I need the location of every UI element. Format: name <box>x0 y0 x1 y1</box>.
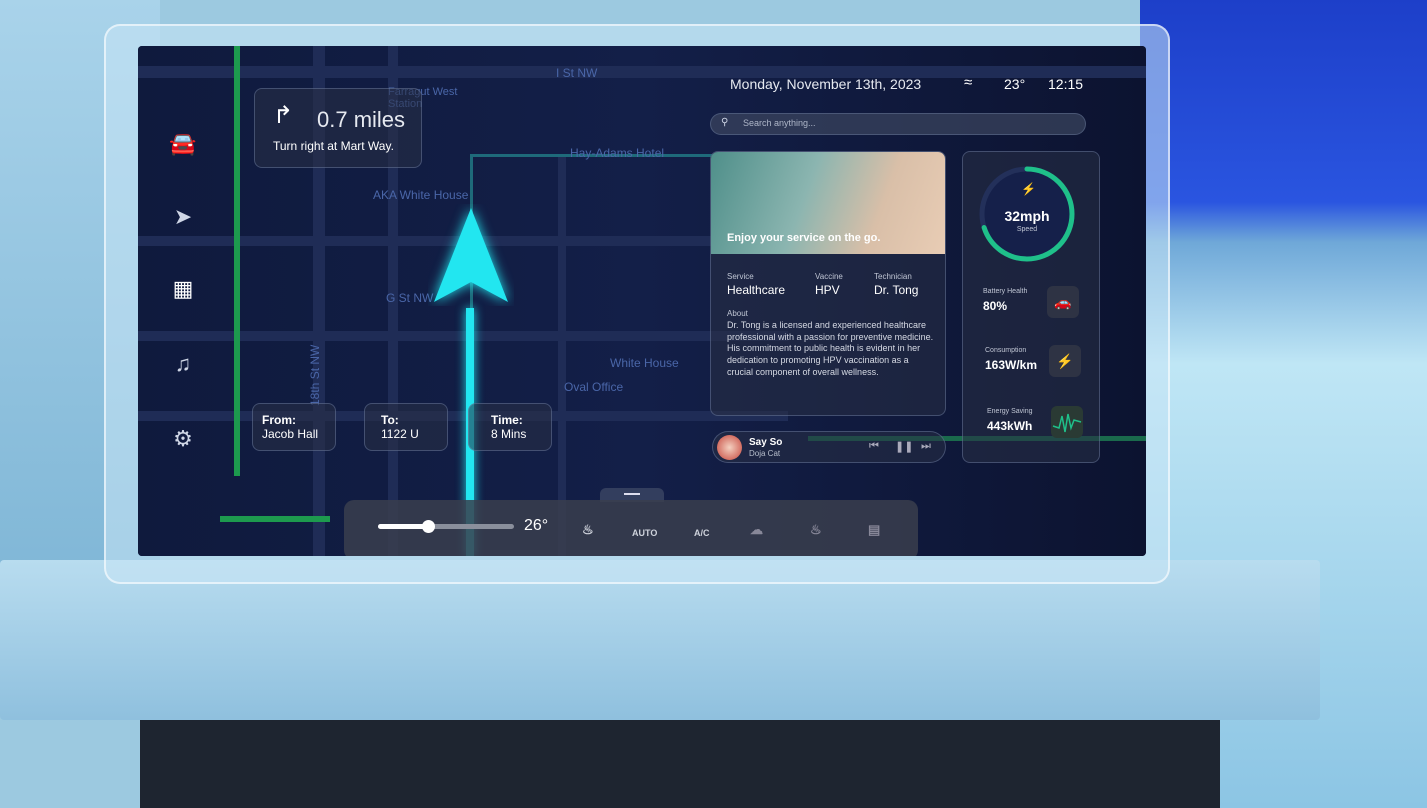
previous-icon[interactable]: ⏮ <box>869 440 879 453</box>
rear-defrost-icon[interactable]: ▤ <box>868 522 880 538</box>
speed-value: 32mph <box>1004 208 1050 224</box>
search-bar[interactable]: ⚲ Search anything... <box>710 113 1086 135</box>
service-label: Service <box>727 272 754 281</box>
vehicle-stats-panel: ⚡ 32mph Speed Battery Health 80% 🚗 Consu… <box>962 151 1100 463</box>
slider-knob[interactable] <box>422 520 436 533</box>
wifi-icon: ≈ <box>964 74 973 91</box>
lightning-icon: ⚡ <box>1021 182 1036 196</box>
energy-value: 443kWh <box>987 419 1033 433</box>
map-label: AKA White House <box>373 188 469 202</box>
car-display: I St NW Farragut West Station Hay-Adams … <box>138 46 1146 556</box>
auto-button[interactable]: AUTO <box>632 528 657 538</box>
time-card: Time: 8 Mins <box>468 403 552 451</box>
pause-icon[interactable]: ❚❚ <box>895 440 913 453</box>
front-defrost-icon[interactable]: ♨ <box>810 522 822 538</box>
song-title: Say So <box>749 437 783 448</box>
recirculation-icon[interactable]: ☁ <box>750 522 763 538</box>
vaccine-value: HPV <box>815 283 840 297</box>
map-label: Hay-Adams Hotel <box>570 146 665 160</box>
consumption-value: 163W/km <box>985 358 1038 372</box>
outside-temperature: 23° <box>1004 76 1026 92</box>
album-art <box>717 435 742 460</box>
to-card: To: 1122 U <box>364 403 448 451</box>
from-label: From: <box>262 413 296 427</box>
distance: 0.7 miles <box>317 107 406 132</box>
search-input[interactable]: Search anything... <box>743 118 816 128</box>
navigation-icon[interactable]: ➤ <box>168 204 198 230</box>
grid-icon[interactable]: ▦ <box>168 276 198 302</box>
technician-label: Technician <box>874 272 912 281</box>
service-value: Healthcare <box>727 283 786 297</box>
lightning-icon: ⚡ <box>1049 345 1081 377</box>
cabin-temperature: 26° <box>524 517 549 534</box>
song-artist: Doja Cat <box>749 449 781 458</box>
climate-bar: 26° ♨ AUTO A/C ☁ ♨ ▤ <box>344 500 918 556</box>
map-label: G St NW <box>386 291 434 305</box>
about-text: Dr. Tong is a licensed and experienced h… <box>727 320 934 377</box>
turn-instruction: Turn right at Mart Way. <box>273 139 394 153</box>
car-battery-icon: 🚗 <box>1047 286 1079 318</box>
time-label: Time: <box>491 413 523 427</box>
service-card[interactable]: Enjoy your service on the go. Service He… <box>710 151 946 416</box>
car-icon[interactable]: 🚘 <box>168 131 198 157</box>
vaccine-label: Vaccine <box>815 272 843 281</box>
to-label: To: <box>381 413 399 427</box>
seat-heat-icon[interactable]: ♨ <box>582 522 594 538</box>
map-label: Oval Office <box>564 380 624 394</box>
map-label: I St NW <box>556 66 598 80</box>
counter-surface <box>0 560 1320 720</box>
turn-instruction-card: ↱ 0.7 miles Turn right at Mart Way. <box>254 88 422 168</box>
turn-right-icon: ↱ <box>273 102 294 129</box>
speed-label: Speed <box>1016 226 1038 233</box>
about-label: About <box>727 309 748 318</box>
floor <box>140 720 1220 808</box>
consumption-label: Consumption <box>985 347 1027 354</box>
to-value: 1122 U <box>381 427 419 441</box>
map-label: White House <box>610 356 679 370</box>
energy-label: Energy Saving <box>987 408 1033 415</box>
technician-value: Dr. Tong <box>874 283 919 297</box>
time-value: 8 Mins <box>491 427 527 441</box>
date: Monday, November 13th, 2023 <box>730 76 922 92</box>
music-player[interactable]: Say So Doja Cat ⏮ ❚❚ ⏭ <box>712 431 946 463</box>
search-icon: ⚲ <box>721 117 729 128</box>
from-value: Jacob Hall <box>262 427 319 441</box>
map-label: 18th St NW <box>308 344 322 406</box>
ac-button[interactable]: A/C <box>694 528 710 538</box>
music-icon[interactable]: ♫ <box>168 351 198 377</box>
energy-chart-icon <box>1051 406 1083 438</box>
battery-value: 80% <box>983 299 1008 313</box>
from-card: From: Jacob Hall <box>252 403 336 451</box>
service-headline: Enjoy your service on the go. <box>727 232 881 244</box>
clock: 12:15 <box>1048 76 1084 92</box>
gear-icon[interactable]: ⚙ <box>168 426 198 452</box>
vehicle-position-arrow <box>434 208 508 302</box>
temperature-slider[interactable] <box>378 520 514 533</box>
next-icon[interactable]: ⏭ <box>921 440 931 453</box>
battery-label: Battery Health <box>983 288 1028 295</box>
